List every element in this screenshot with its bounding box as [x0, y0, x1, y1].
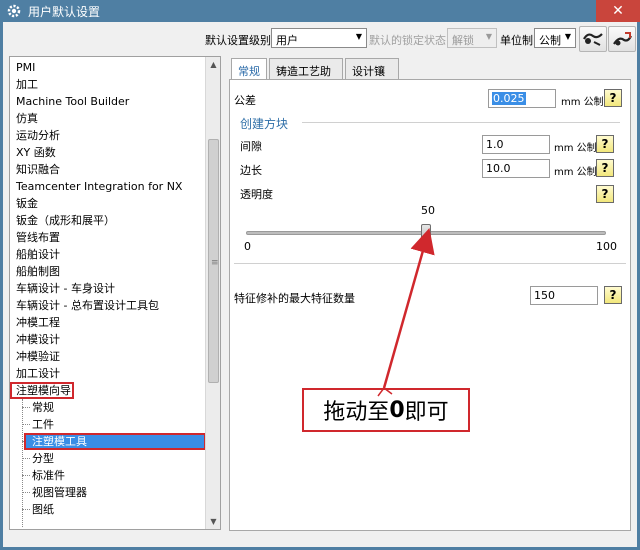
tree-item[interactable]: 冲模设计	[10, 331, 206, 348]
max-feature-label: 特征修补的最大特征数量	[234, 292, 355, 305]
tree-item[interactable]: Machine Tool Builder	[10, 93, 206, 110]
help-icon[interactable]: ?	[604, 286, 622, 304]
help-icon[interactable]: ?	[604, 89, 622, 107]
units-label: 单位制	[500, 34, 533, 47]
lock-label: 默认的锁定状态	[369, 34, 446, 47]
toolbar: 默认设置级别 用户 ▼ 默认的锁定状态 解锁 ▼ 单位制 公制 ▼	[3, 22, 637, 56]
title-bar: 用户默认设置 ✕	[0, 0, 640, 22]
tree-item[interactable]: 钣金（成形和展平）	[10, 212, 206, 229]
edge-label: 边长	[240, 164, 262, 177]
slider-current-value: 50	[421, 204, 435, 217]
units-value: 公制	[539, 34, 561, 47]
export-icon	[613, 32, 632, 46]
help-icon[interactable]: ?	[596, 135, 614, 153]
units-dropdown[interactable]: 公制 ▼	[534, 28, 576, 48]
annotation-text-prefix: 拖动至	[323, 400, 390, 425]
grip-icon: ≡	[211, 258, 219, 268]
tree-item[interactable]: 管线布置	[10, 229, 206, 246]
max-feature-input[interactable]: 150	[530, 286, 598, 305]
chevron-down-icon: ▼	[564, 32, 571, 41]
tree-item-mold-wizard[interactable]: 注塑模向导	[10, 382, 74, 399]
chevron-down-icon: ▼	[355, 32, 362, 41]
edge-input[interactable]: 10.0	[482, 159, 550, 178]
tolerance-label: 公差	[234, 94, 256, 107]
tab-casting-assistant[interactable]: 铸造工艺助理	[269, 58, 343, 94]
scroll-up-icon[interactable]: ▲	[206, 57, 220, 72]
annotation-callout: 拖动至 0 即可	[302, 388, 470, 432]
tree-item[interactable]: Teamcenter Integration for NX	[10, 178, 206, 195]
tree-item[interactable]: 冲模工程	[10, 314, 206, 331]
tree-item[interactable]: 运动分析	[10, 127, 206, 144]
section-separator	[234, 263, 626, 264]
edge-value: 10.0	[486, 162, 511, 175]
group-title-create-block: 创建方块	[240, 117, 289, 131]
slider-min-label: 0	[244, 240, 251, 253]
group-separator	[302, 122, 620, 123]
tree-item[interactable]: 冲模验证	[10, 348, 206, 365]
edge-unit: mm 公制	[554, 167, 597, 178]
tree-subitem-mold-tools[interactable]: 注塑模工具	[24, 433, 206, 450]
tab-design-insert[interactable]: 设计镶块	[345, 58, 399, 94]
level-dropdown[interactable]: 用户 ▼	[271, 28, 367, 48]
max-feature-value: 150	[534, 289, 555, 302]
tolerance-unit: mm 公制	[561, 97, 604, 108]
tab-general[interactable]: 常规	[231, 58, 267, 81]
tree-item[interactable]: XY 函数	[10, 144, 206, 161]
gap-label: 间隙	[240, 140, 262, 153]
gap-unit: mm 公制	[554, 143, 597, 154]
tree-item[interactable]: 车辆设计 - 总布置设计工具包	[10, 297, 206, 314]
tree-item[interactable]: 加工	[10, 76, 206, 93]
tree-subitem[interactable]: 视图管理器	[10, 484, 206, 501]
gear-icon	[6, 3, 22, 19]
lock-dropdown[interactable]: 解锁 ▼	[447, 28, 497, 48]
tree-scrollbar[interactable]: ▲ ≡ ▼	[205, 57, 220, 529]
dialog-frame: 默认设置级别 用户 ▼ 默认的锁定状态 解锁 ▼ 单位制 公制 ▼ PMI 加工…	[0, 22, 640, 550]
tree-subitem[interactable]: 分型	[10, 450, 206, 467]
slider-max-label: 100	[596, 240, 617, 253]
tree-item[interactable]: 车辆设计 - 车身设计	[10, 280, 206, 297]
tree-item[interactable]: 加工设计	[10, 365, 206, 382]
gap-input[interactable]: 1.0	[482, 135, 550, 154]
annotation-text-bold: 0	[389, 397, 405, 423]
tree-item[interactable]: 仿真	[10, 110, 206, 127]
scroll-down-icon[interactable]: ▼	[206, 514, 220, 529]
level-label: 默认设置级别	[205, 34, 271, 47]
settings-panel: 公差 0.025 mm 公制 ? 创建方块 间隙 1.0 mm 公制 ? 边长 …	[229, 79, 631, 531]
tree-item[interactable]: 钣金	[10, 195, 206, 212]
help-icon[interactable]: ?	[596, 185, 614, 203]
import-icon	[583, 33, 603, 46]
window-title: 用户默认设置	[28, 4, 101, 19]
lock-value: 解锁	[452, 34, 474, 47]
tree-item[interactable]: PMI	[10, 59, 206, 76]
export-defaults-button[interactable]	[608, 26, 636, 52]
help-icon[interactable]: ?	[596, 159, 614, 177]
scroll-thumb[interactable]: ≡	[208, 139, 219, 383]
category-tree[interactable]: PMI 加工 Machine Tool Builder 仿真 运动分析 XY 函…	[9, 56, 221, 530]
import-defaults-button[interactable]	[579, 26, 607, 52]
gap-value: 1.0	[486, 138, 504, 151]
tolerance-value: 0.025	[492, 92, 526, 105]
tree-item[interactable]: 知识融合	[10, 161, 206, 178]
transparency-label: 透明度	[240, 188, 273, 201]
close-button[interactable]: ✕	[596, 0, 640, 22]
transparency-slider-thumb[interactable]	[421, 224, 431, 242]
tree-subitem[interactable]: 工件	[10, 416, 206, 433]
tolerance-input[interactable]: 0.025	[488, 89, 556, 108]
level-value: 用户	[276, 34, 298, 47]
tree-item[interactable]: 船舶设计	[10, 246, 206, 263]
tree-subitem[interactable]: 标准件	[10, 467, 206, 484]
tree-subitem[interactable]: 图纸	[10, 501, 206, 518]
chevron-down-icon: ▼	[485, 32, 492, 41]
tree-subitem[interactable]: 常规	[10, 399, 206, 416]
tree-item[interactable]: 船舶制图	[10, 263, 206, 280]
annotation-text-suffix: 即可	[404, 400, 449, 425]
